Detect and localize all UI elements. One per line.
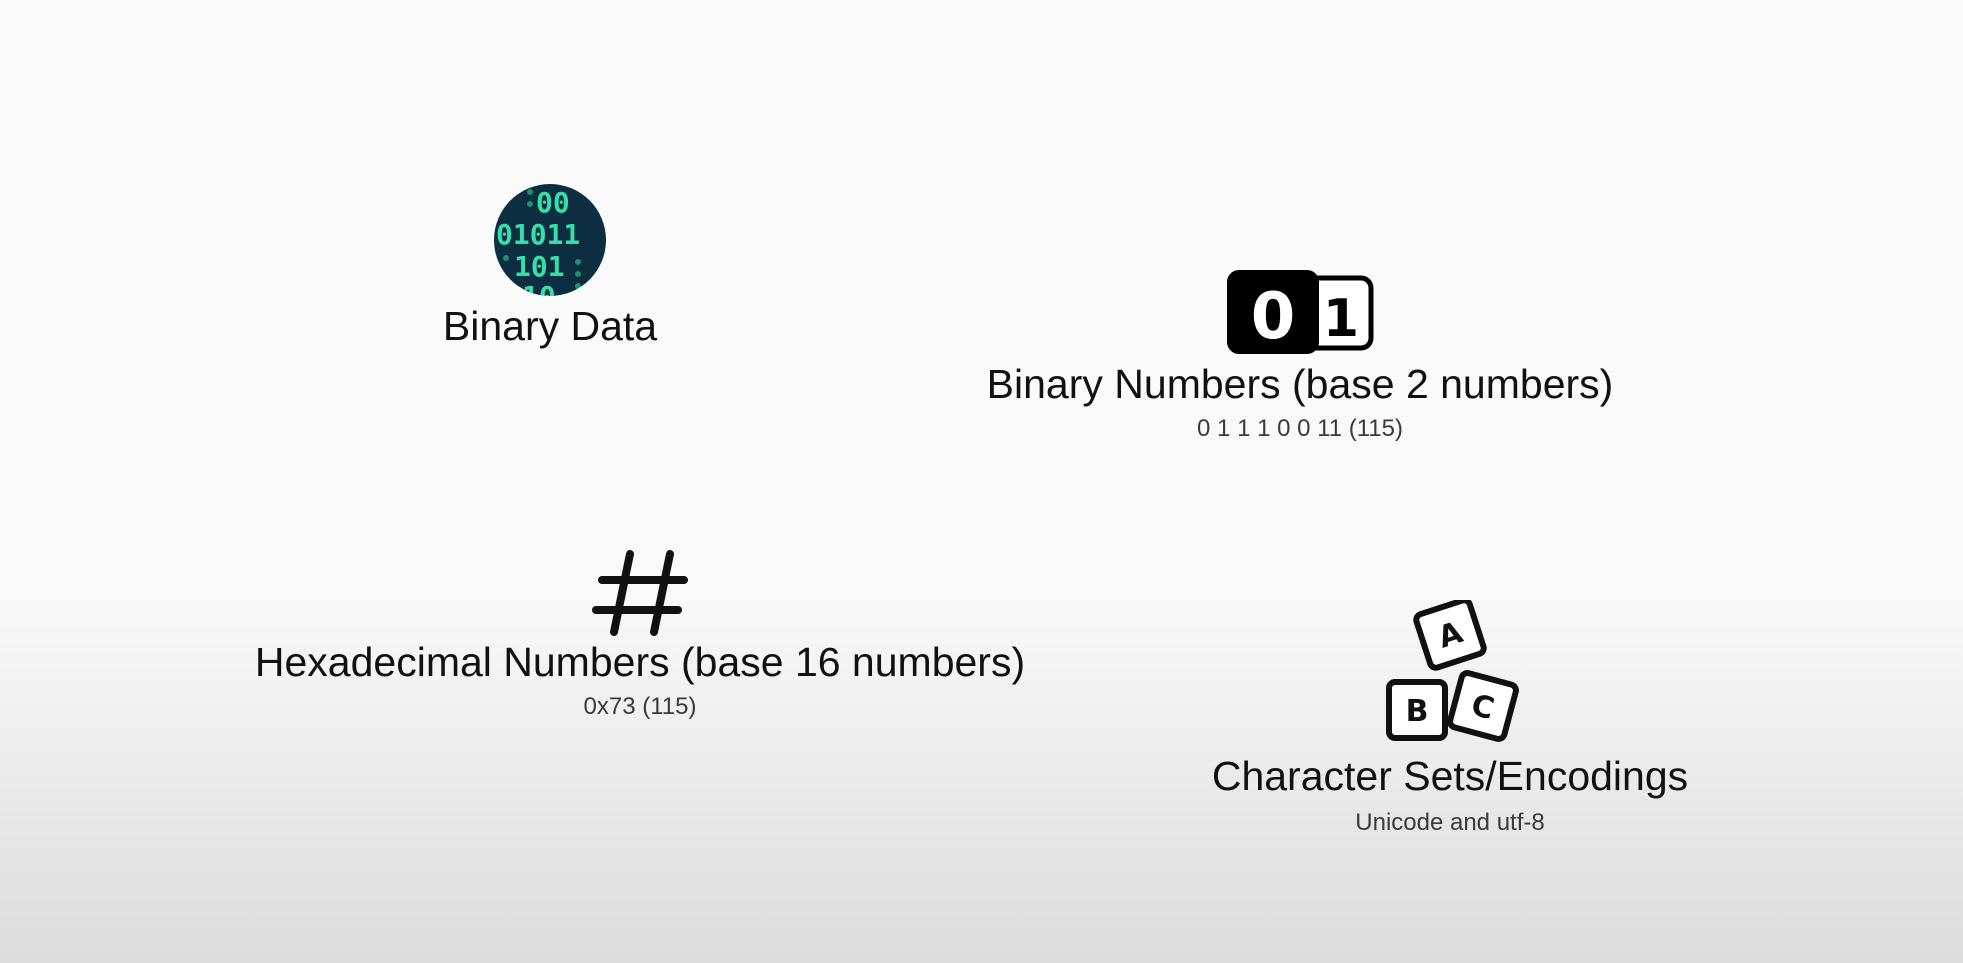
zero-one-toggle-icon: 0 1 <box>1227 270 1374 354</box>
binary-glyph-row-3: 101 <box>514 250 565 283</box>
hexadecimal-numbers-title: Hexadecimal Numbers (base 16 numbers) <box>254 639 1026 685</box>
binary-code-circle-icon: 00 01011 101 10 <box>494 184 606 298</box>
character-sets-subtitle: Unicode and utf-8 <box>1355 809 1545 836</box>
binary-data-topic: 00 01011 101 10 Binary Data <box>390 182 710 350</box>
zero-glyph: 0 <box>1251 280 1296 354</box>
binary-numbers-subtitle: 0 1 1 1 0 0 11 (115) <box>1197 415 1403 442</box>
binary-numbers-topic: 0 1 Binary Numbers (base 2 numbers) 0 1 … <box>960 268 1640 444</box>
hash-icon <box>592 550 688 636</box>
character-sets-title: Character Sets/Encodings <box>1211 753 1689 799</box>
hexadecimal-numbers-topic: Hexadecimal Numbers (base 16 numbers) 0x… <box>230 548 1050 722</box>
binary-glyph-row-1: 00 <box>536 186 570 219</box>
binary-data-title: Binary Data <box>442 303 658 349</box>
one-glyph: 1 <box>1323 289 1359 349</box>
binary-numbers-title: Binary Numbers (base 2 numbers) <box>986 361 1614 407</box>
binary-glyph-row-4: 10 <box>522 280 556 298</box>
block-b-glyph: B <box>1406 694 1429 729</box>
abc-blocks-icon: A B C <box>1386 600 1519 742</box>
hexadecimal-numbers-subtitle: 0x73 (115) <box>583 693 697 720</box>
character-sets-topic: A B C Character Sets/Encodings Unicode a… <box>1190 600 1710 838</box>
binary-glyph-row-2: 01011 <box>496 218 580 251</box>
